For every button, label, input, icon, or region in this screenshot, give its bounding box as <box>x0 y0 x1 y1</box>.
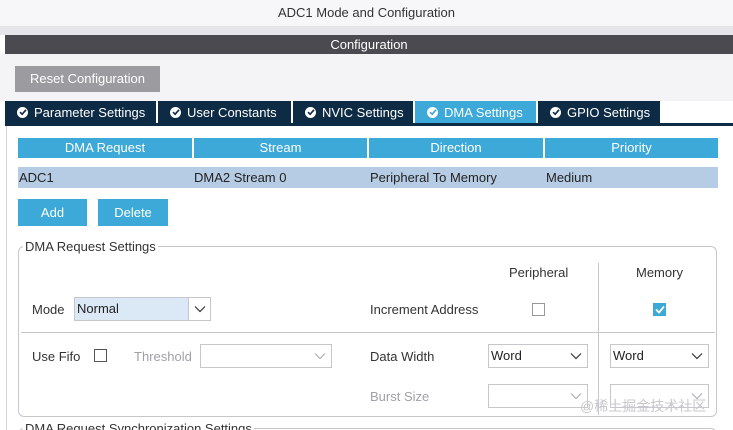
increment-memory-checkbox[interactable] <box>653 303 666 316</box>
mode-select[interactable]: Normal <box>74 297 211 321</box>
mode-label: Mode <box>32 302 65 317</box>
check-circle-icon <box>427 106 438 118</box>
column-stream[interactable]: Stream <box>194 138 367 158</box>
check-circle-icon <box>170 106 181 118</box>
threshold-select[interactable] <box>200 344 332 368</box>
cell-direction: Peripheral To Memory <box>369 167 545 188</box>
tab-dma-settings[interactable]: DMA Settings <box>415 101 536 123</box>
configuration-header: Configuration <box>5 35 733 54</box>
dma-table-header: DMA Request Stream Direction Priority <box>18 138 718 158</box>
peripheral-header: Peripheral <box>509 265 569 280</box>
check-circle-icon <box>550 106 561 118</box>
reset-configuration-button[interactable]: Reset Configuration <box>15 66 160 92</box>
tab-bar: Parameter Settings User Constants NVIC S… <box>5 101 733 123</box>
window-title: ADC1 Mode and Configuration <box>0 0 733 27</box>
add-button[interactable]: Add <box>18 199 87 226</box>
burst-size-peripheral-select[interactable] <box>488 384 588 408</box>
data-width-peripheral-select[interactable]: Word <box>488 344 588 368</box>
check-circle-icon <box>305 106 316 118</box>
memory-header: Memory <box>636 265 683 280</box>
cell-dma-request: ADC1 <box>18 167 193 188</box>
tab-label: GPIO Settings <box>567 104 651 120</box>
column-direction[interactable]: Direction <box>369 138 543 158</box>
use-fifo-checkbox[interactable] <box>94 349 107 362</box>
use-fifo-label: Use Fifo <box>32 349 81 364</box>
threshold-label: Threshold <box>134 349 192 364</box>
watermark: @稀土掘金技术社区 <box>580 398 707 414</box>
column-dma-request[interactable]: DMA Request <box>18 138 192 158</box>
dma-sync-settings-title: DMA Request Synchronization Settings <box>23 421 254 430</box>
data-width-label: Data Width <box>370 349 435 364</box>
tab-parameter-settings[interactable]: Parameter Settings <box>5 101 156 123</box>
tab-label: DMA Settings <box>444 104 523 120</box>
burst-size-label: Burst Size <box>370 389 430 404</box>
cell-stream: DMA2 Stream 0 <box>193 167 369 188</box>
title-separator <box>0 27 733 35</box>
tab-label: NVIC Settings <box>322 104 404 120</box>
cell-priority: Medium <box>545 167 718 188</box>
delete-button[interactable]: Delete <box>98 199 168 226</box>
chevron-down-icon <box>565 345 587 367</box>
mode-select-value: Normal <box>77 301 119 316</box>
column-divider <box>598 263 599 415</box>
increment-address-label: Increment Address <box>370 302 479 317</box>
tab-nvic-settings[interactable]: NVIC Settings <box>293 101 413 123</box>
data-width-memory-select[interactable]: Word <box>610 344 709 368</box>
data-width-peripheral-value: Word <box>491 348 522 363</box>
chevron-down-icon <box>309 345 331 367</box>
tab-gpio-settings[interactable]: GPIO Settings <box>538 101 660 123</box>
increment-peripheral-checkbox[interactable] <box>532 303 545 316</box>
row-divider <box>21 332 715 333</box>
checkmark-icon <box>654 305 665 314</box>
column-priority[interactable]: Priority <box>545 138 718 158</box>
chevron-down-icon <box>188 298 210 320</box>
dma-request-settings-title: DMA Request Settings <box>23 239 158 254</box>
tab-label: Parameter Settings <box>34 104 146 120</box>
tab-user-constants[interactable]: User Constants <box>158 101 291 123</box>
table-row[interactable]: ADC1 DMA2 Stream 0 Peripheral To Memory … <box>18 167 718 188</box>
data-width-memory-value: Word <box>613 348 644 363</box>
tab-label: User Constants <box>187 104 277 120</box>
check-circle-icon <box>17 106 28 118</box>
chevron-down-icon <box>686 345 708 367</box>
